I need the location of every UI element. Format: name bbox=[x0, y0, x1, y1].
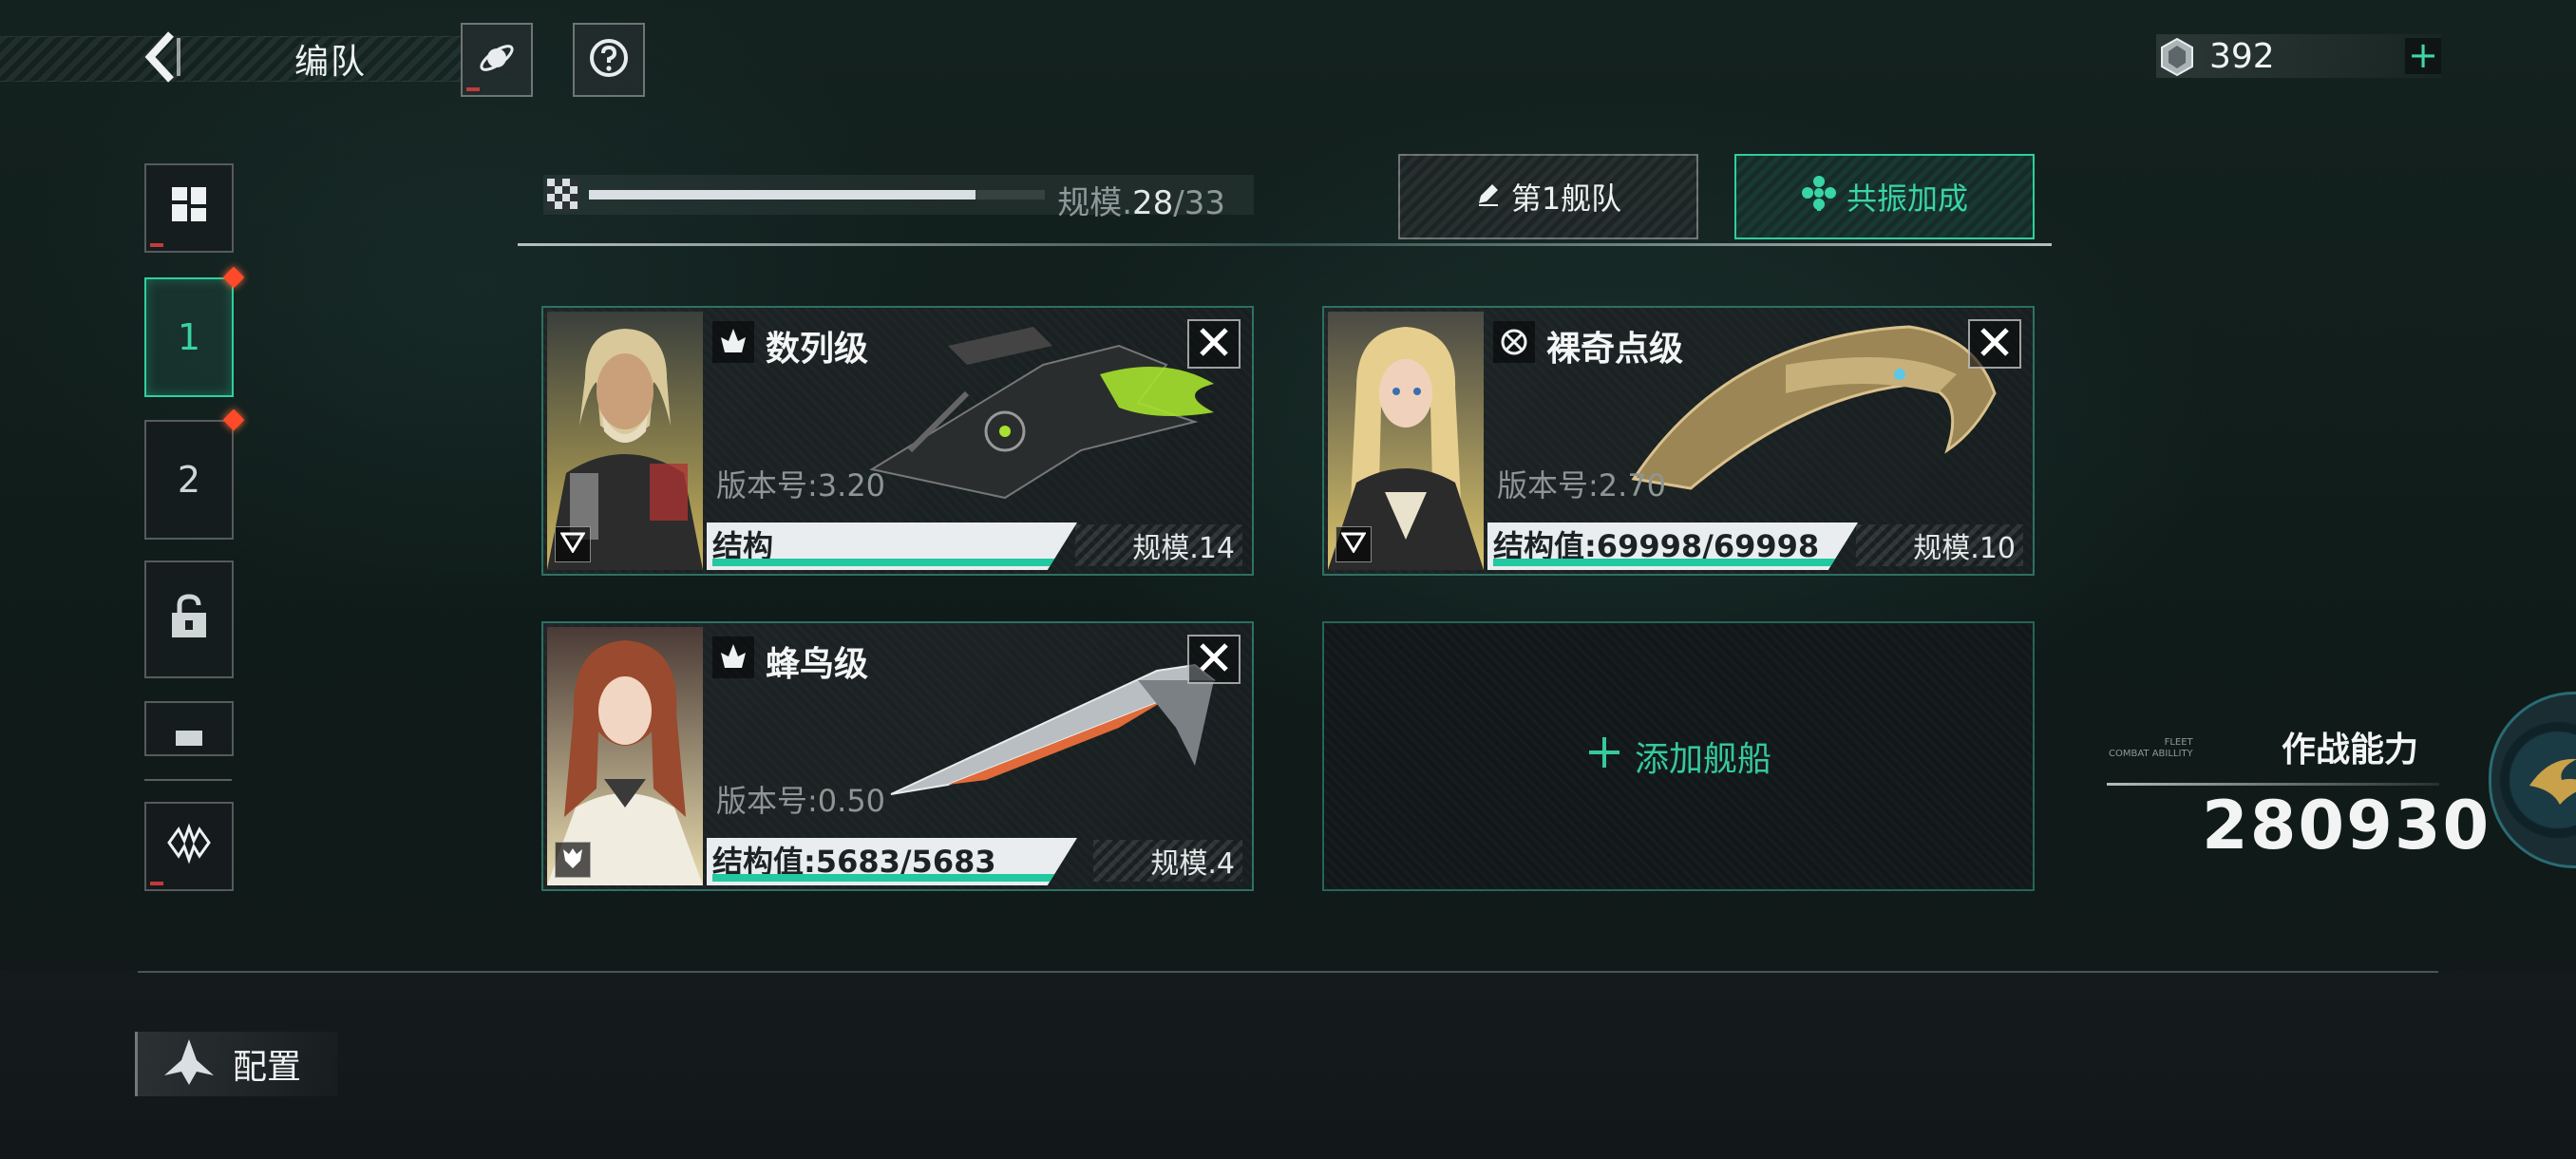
back-chevron-icon bbox=[142, 30, 184, 87]
help-button[interactable] bbox=[573, 23, 645, 97]
add-ship-slot[interactable]: 添加舰船 bbox=[1322, 621, 2035, 891]
ship-class-icon bbox=[712, 321, 754, 363]
ship-version: 版本号:3.20 bbox=[716, 467, 886, 504]
lock-icon bbox=[172, 712, 206, 754]
structure-bar bbox=[1493, 559, 1841, 566]
lock-icon bbox=[168, 592, 210, 648]
captain-portrait bbox=[547, 627, 703, 885]
remove-ship-button[interactable] bbox=[1187, 635, 1241, 684]
close-icon bbox=[1198, 326, 1230, 362]
fleet-name-button[interactable]: 第1舰队 bbox=[1398, 154, 1698, 239]
fleet-tab-2[interactable]: 2 bbox=[144, 408, 245, 540]
commander-emblem[interactable] bbox=[2489, 692, 2576, 868]
page-title: 编队 bbox=[294, 43, 368, 82]
wolf-crest-icon bbox=[560, 846, 585, 874]
checker-icon bbox=[547, 179, 579, 215]
crystal-currency-icon bbox=[2156, 36, 2198, 82]
phoenix-emblem-icon bbox=[2520, 748, 2576, 818]
ship-type-badge bbox=[555, 526, 591, 562]
resonance-bonus-button[interactable]: 共振加成 bbox=[1734, 154, 2035, 239]
triangle-down-icon bbox=[1340, 532, 1367, 557]
fleet-emblem-button[interactable] bbox=[144, 802, 234, 891]
fleet-scale-track bbox=[589, 190, 1045, 200]
resonance-icon bbox=[1801, 175, 1837, 218]
planet-button[interactable] bbox=[461, 23, 533, 97]
section-divider bbox=[518, 243, 2052, 246]
combat-ability-value: 280930 bbox=[2202, 787, 2491, 864]
config-label: 配置 bbox=[233, 1048, 302, 1087]
ship-type-badge bbox=[555, 842, 591, 878]
ship-class-name: 裸奇点级 bbox=[1546, 330, 1684, 369]
structure-panel: 结构值:5683/5683 bbox=[707, 838, 1077, 885]
ship-scale: 规模.14 bbox=[1075, 524, 1242, 566]
plus-icon: + bbox=[2408, 34, 2438, 76]
add-ship-label: 添加舰船 bbox=[1634, 740, 1771, 779]
structure-value: 结构值:115190/115190 bbox=[712, 528, 774, 564]
fleet-scale-label: 规模.28/33 bbox=[1057, 184, 1225, 222]
captain-portrait bbox=[1328, 312, 1484, 570]
back-button[interactable] bbox=[135, 28, 192, 89]
fleet-tab-label: 1 bbox=[177, 316, 201, 358]
planet-icon bbox=[476, 37, 518, 83]
fleet-name-label: 第1舰队 bbox=[1510, 180, 1622, 217]
rail-divider bbox=[144, 779, 232, 781]
bottom-panel bbox=[0, 971, 2576, 1159]
resonance-label: 共振加成 bbox=[1846, 180, 1968, 217]
structure-bar bbox=[712, 559, 1060, 566]
plus-icon bbox=[1585, 733, 1623, 780]
combat-ability-caption: FLEET COMBAT ABILLITY bbox=[2109, 737, 2193, 759]
ship-scale: 规模.4 bbox=[1093, 840, 1242, 882]
ship-type-badge bbox=[1335, 526, 1372, 562]
ship-version: 版本号:0.50 bbox=[716, 783, 886, 819]
config-button[interactable]: 配置 bbox=[135, 1032, 337, 1096]
ship-class-name: 蜂鸟级 bbox=[766, 645, 869, 684]
ship-card-2[interactable]: 裸奇点级 版本号:2.70 结构值:69998/69998 规模.10 bbox=[1322, 306, 2035, 576]
remove-ship-button[interactable] bbox=[1968, 319, 2021, 369]
remove-ship-button[interactable] bbox=[1187, 319, 1241, 369]
captain-portrait bbox=[547, 312, 703, 570]
add-currency-button[interactable]: + bbox=[2405, 37, 2441, 74]
close-icon bbox=[1979, 326, 2011, 362]
formation-grid-icon bbox=[168, 183, 210, 234]
ship-scale: 规模.10 bbox=[1856, 524, 2023, 566]
ship-class-icon bbox=[712, 636, 754, 678]
close-icon bbox=[1198, 641, 1230, 677]
combat-divider bbox=[2107, 783, 2439, 786]
structure-panel: 结构值:115190/115190 bbox=[707, 522, 1077, 570]
fleet-tab-label: 2 bbox=[177, 459, 201, 501]
top-bar-band bbox=[0, 36, 461, 82]
ship-config-icon bbox=[162, 1037, 216, 1091]
structure-panel: 结构值:69998/69998 bbox=[1487, 522, 1858, 570]
ship-card-1[interactable]: 数列级 版本号:3.20 结构值:115190/115190 规模.14 bbox=[541, 306, 1254, 576]
combat-ability-title: 作战能力 bbox=[2282, 731, 2419, 770]
bottom-divider bbox=[138, 971, 2438, 973]
structure-bar-fill bbox=[712, 874, 1060, 882]
ship-version: 版本号:2.70 bbox=[1497, 467, 1667, 504]
edit-pencil-icon bbox=[1475, 179, 1502, 215]
fleet-emblem-icon bbox=[165, 822, 213, 872]
fleet-scale-bar: 规模.28/33 bbox=[543, 175, 1254, 222]
help-icon bbox=[588, 37, 630, 83]
currency-value: 392 bbox=[2209, 36, 2275, 76]
currency-display: 392 + bbox=[2156, 34, 2441, 78]
fleet-tab-locked-3[interactable] bbox=[144, 560, 234, 678]
fleet-scale-fill bbox=[589, 190, 976, 200]
structure-bar-fill bbox=[712, 559, 1060, 566]
fleet-tab-locked-4[interactable] bbox=[144, 701, 234, 756]
ship-class-name: 数列级 bbox=[766, 330, 869, 369]
structure-bar-fill bbox=[1493, 559, 1841, 566]
structure-bar bbox=[712, 874, 1060, 882]
ship-class-icon bbox=[1493, 321, 1535, 363]
alert-badge bbox=[222, 266, 245, 289]
alert-badge bbox=[222, 408, 245, 431]
fleet-tab-1[interactable]: 1 bbox=[144, 266, 245, 397]
triangle-down-icon bbox=[559, 532, 586, 557]
formation-overview-button[interactable] bbox=[144, 163, 234, 253]
ship-card-3[interactable]: 蜂鸟级 版本号:0.50 结构值:5683/5683 规模.4 bbox=[541, 621, 1254, 891]
